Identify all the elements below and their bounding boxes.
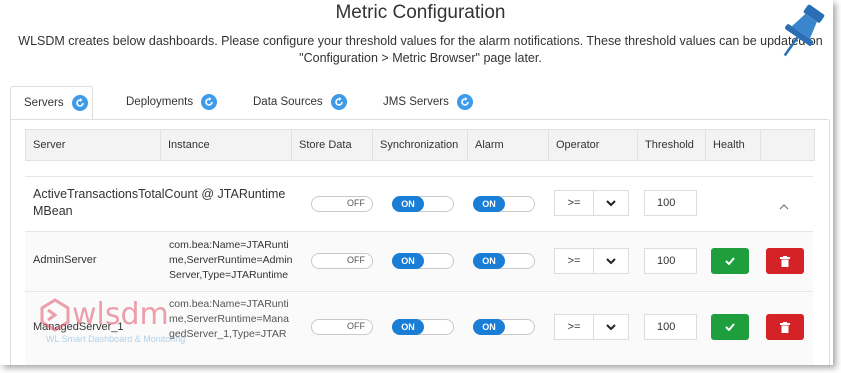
column-header-threshold: Threshold	[637, 130, 705, 160]
instance-line-3: Server,Type=JTARuntime	[169, 269, 289, 281]
health-ok-button[interactable]	[711, 248, 749, 274]
operator-select[interactable]: >=	[554, 248, 629, 274]
store-data-toggle[interactable]: OFF	[311, 196, 373, 212]
column-header-operator: Operator	[548, 130, 637, 160]
delete-button[interactable]	[766, 314, 804, 340]
page-description: WLSDM creates below dashboards. Please c…	[0, 33, 833, 67]
wlsdm-watermark-logo: wlsdm WL Smart Dashboard & Monitoring	[40, 297, 185, 344]
column-header-health: Health	[705, 130, 760, 160]
refresh-icon[interactable]	[330, 94, 347, 110]
column-header-store-data: Store Data	[291, 130, 372, 160]
table-row: AdminServer com.bea:Name=JTARunti me,Ser…	[25, 231, 813, 291]
tab-label: JMS Servers	[383, 96, 449, 108]
toggle-state: ON	[473, 196, 505, 212]
toggle-state: OFF	[347, 255, 365, 265]
metric-name-line-1: ActiveTransactionsTotalCount @ JTARuntim…	[33, 187, 286, 201]
instance-name: com.bea:Name=JTARunti me,ServerRuntime=M…	[169, 297, 289, 342]
threshold-input[interactable]: 100	[644, 314, 697, 340]
toggle-state: ON	[392, 196, 424, 212]
tab-jms-servers[interactable]: JMS Servers	[383, 86, 473, 118]
check-icon	[725, 323, 735, 331]
wlsdm-tagline: WL Smart Dashboard & Monitoring	[46, 334, 186, 344]
description-line-1: WLSDM creates below dashboards. Please c…	[18, 34, 823, 48]
synchronization-toggle[interactable]: ON	[392, 196, 454, 212]
wlsdm-logo-icon	[40, 297, 70, 332]
table-header: Server Instance Store Data Synchronizati…	[25, 129, 815, 161]
tab-label: Deployments	[126, 96, 194, 108]
chevron-down-icon[interactable]	[593, 249, 628, 273]
tab-deployments[interactable]: Deployments	[126, 86, 218, 118]
chevron-up-icon[interactable]	[779, 197, 789, 215]
operator-value: >=	[555, 249, 594, 273]
trash-icon	[780, 255, 790, 267]
tab-label: Servers	[24, 96, 64, 109]
operator-value: >=	[555, 315, 594, 339]
refresh-icon[interactable]	[201, 94, 218, 110]
column-header-server: Server	[33, 139, 66, 151]
metric-name-line-2: MBean	[33, 204, 73, 218]
tab-label: Data Sources	[253, 96, 323, 108]
instance-line-1: com.bea:Name=JTARunti	[169, 239, 289, 251]
tab-servers[interactable]: Servers	[10, 86, 93, 119]
chevron-down-icon[interactable]	[593, 315, 628, 339]
alarm-toggle[interactable]: ON	[473, 196, 535, 212]
metric-name: ActiveTransactionsTotalCount @ JTARuntim…	[33, 186, 285, 220]
check-icon	[725, 257, 735, 265]
threshold-input[interactable]: 100	[644, 190, 697, 216]
column-header-instance: Instance	[160, 130, 291, 160]
column-header-synchronization: Synchronization	[372, 130, 467, 160]
pushpin-icon[interactable]	[765, 2, 833, 62]
chevron-down-icon[interactable]	[593, 191, 628, 215]
synchronization-toggle[interactable]: ON	[392, 253, 454, 269]
metric-configuration-window: Metric Configuration WLSDM creates below…	[0, 0, 833, 365]
instance-line-3: gedServer_1,Type=JTAR	[169, 328, 287, 340]
alarm-toggle[interactable]: ON	[473, 319, 535, 335]
column-header-actions	[760, 130, 814, 160]
toggle-state: OFF	[347, 198, 365, 208]
wlsdm-logo-text: wlsdm	[72, 297, 169, 332]
instance-line-1: com.bea:Name=JTARunti	[169, 298, 289, 310]
toggle-state: ON	[392, 319, 424, 335]
store-data-toggle[interactable]: OFF	[311, 253, 373, 269]
instance-line-2: me,ServerRuntime=Mana	[169, 313, 289, 325]
metric-group-row[interactable]: ActiveTransactionsTotalCount @ JTARuntim…	[25, 176, 813, 231]
health-ok-button[interactable]	[711, 314, 749, 340]
description-line-2: "Configuration > Metric Browser" page la…	[299, 51, 542, 65]
toggle-state: ON	[473, 253, 505, 269]
alarm-toggle[interactable]: ON	[473, 253, 535, 269]
delete-button[interactable]	[766, 248, 804, 274]
instance-line-2: me,ServerRuntime=Admin	[169, 254, 293, 266]
toggle-state: ON	[392, 253, 424, 269]
operator-select[interactable]: >=	[554, 314, 629, 340]
page-title: Metric Configuration	[335, 2, 506, 23]
server-name: AdminServer	[33, 254, 97, 266]
threshold-input[interactable]: 100	[644, 248, 697, 274]
store-data-toggle[interactable]: OFF	[311, 319, 373, 335]
operator-value: >=	[555, 191, 594, 215]
tab-bar: Servers Deployments Data Sources JMS Ser…	[10, 86, 828, 120]
refresh-icon[interactable]	[456, 94, 473, 110]
synchronization-toggle[interactable]: ON	[392, 319, 454, 335]
toggle-state: ON	[473, 319, 505, 335]
column-header-alarm: Alarm	[467, 130, 548, 160]
toggle-state: OFF	[347, 321, 365, 331]
tab-data-sources[interactable]: Data Sources	[253, 86, 347, 118]
operator-select[interactable]: >=	[554, 190, 629, 216]
instance-name: com.bea:Name=JTARunti me,ServerRuntime=A…	[169, 238, 292, 283]
trash-icon	[780, 321, 790, 333]
refresh-icon[interactable]	[71, 94, 88, 111]
